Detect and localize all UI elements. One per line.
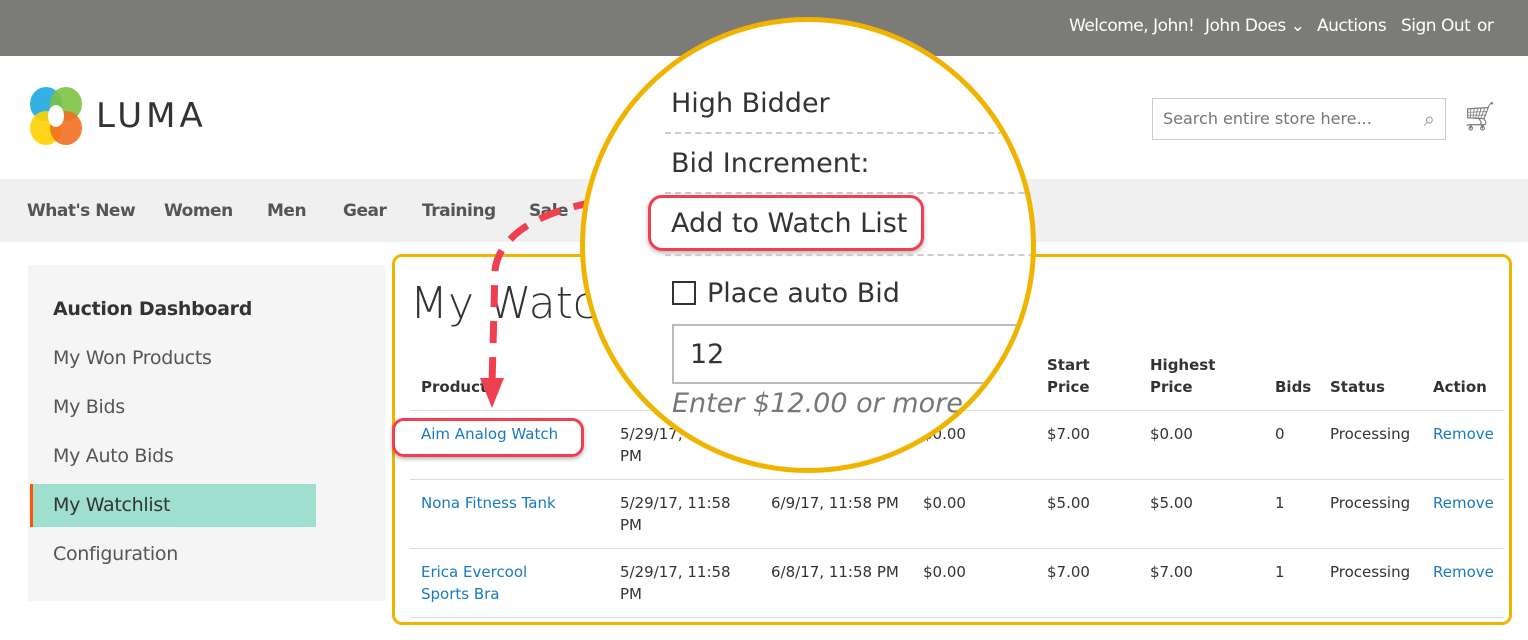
luma-logo-icon [30, 87, 82, 145]
highest-price: $5.00 [1150, 494, 1193, 512]
account-name: John Does [1205, 16, 1286, 36]
sidebar: Auction Dashboard My Won Products My Bid… [28, 265, 385, 601]
start-price: $7.00 [1047, 425, 1090, 443]
col-start-price: Start Price [1047, 356, 1090, 396]
sidebar-title: Auction Dashboard [53, 298, 253, 320]
logo-text: LUMA [96, 96, 207, 136]
auto-bid-input[interactable]: 12 [672, 324, 1017, 384]
end-date: 6/9/17, 11:58 PM [771, 494, 899, 512]
auto-bid-value: 12 [690, 339, 725, 370]
product-link[interactable]: Nona Fitness Tank [421, 492, 571, 514]
nav-women[interactable]: Women [164, 201, 233, 221]
arrow-head-icon [480, 378, 504, 408]
high-bidder-label: High Bidder [671, 88, 830, 119]
current-bid: $0.00 [923, 563, 966, 581]
account-menu[interactable]: John Does ⌄ [1205, 16, 1305, 36]
remove-link[interactable]: Remove [1433, 423, 1503, 445]
bid-hint: Enter $12.00 or more [672, 388, 963, 419]
status-text: Processing [1330, 425, 1411, 443]
search-box[interactable]: ⌕ [1152, 98, 1446, 140]
search-input[interactable] [1163, 99, 1403, 137]
highest-price: $0.00 [1150, 425, 1193, 443]
status-text: Processing [1330, 494, 1411, 512]
status-text: Processing [1330, 563, 1411, 581]
nav-men[interactable]: Men [267, 201, 307, 221]
sidebar-item-auto-bids[interactable]: My Auto Bids [53, 445, 174, 467]
cart-icon[interactable]: 🛒︎ [1462, 100, 1498, 133]
col-status: Status [1330, 378, 1385, 396]
col-action: Action [1433, 378, 1487, 396]
welcome-text: Welcome, John! [1069, 16, 1195, 36]
remove-link[interactable]: Remove [1433, 561, 1503, 583]
start-price: $5.00 [1047, 494, 1090, 512]
product-highlight-box [392, 418, 584, 457]
magnifier-callout: High Bidder Bid Increment: Add to Watch … [580, 17, 1036, 473]
auto-bid-checkbox[interactable] [672, 281, 696, 305]
bid-count: 1 [1275, 563, 1285, 581]
nav-whats-new[interactable]: What's New [27, 201, 136, 221]
bid-count: 0 [1275, 425, 1285, 443]
col-highest-price: Highest Price [1150, 356, 1216, 396]
sign-out-link[interactable]: Sign Out [1401, 16, 1471, 36]
search-icon[interactable]: ⌕ [1424, 107, 1435, 131]
logo[interactable]: LUMA [28, 86, 203, 150]
product-link[interactable]: Erica Evercool Sports Bra [421, 561, 571, 605]
bid-count: 1 [1275, 494, 1285, 512]
end-date: 6/8/17, 11:58 PM [771, 563, 899, 581]
remove-link[interactable]: Remove [1433, 492, 1503, 514]
col-bids: Bids [1275, 378, 1312, 396]
start-date: 5/29/17, 11:58 PM [620, 494, 731, 534]
sidebar-item-label: My Watchlist [53, 494, 171, 516]
sidebar-item-watchlist[interactable]: My Watchlist [30, 484, 316, 527]
auto-bid-label: Place auto Bid [707, 278, 900, 309]
bid-increment-label: Bid Increment: [671, 148, 870, 179]
sidebar-item-my-bids[interactable]: My Bids [53, 396, 125, 418]
add-to-watch-list-link[interactable]: Add to Watch List [671, 208, 907, 239]
chevron-down-icon: ⌄ [1290, 16, 1305, 36]
start-price: $7.00 [1047, 563, 1090, 581]
sidebar-item-configuration[interactable]: Configuration [53, 543, 178, 565]
current-bid: $0.00 [923, 494, 966, 512]
highest-price: $7.00 [1150, 563, 1193, 581]
sidebar-item-won-products[interactable]: My Won Products [53, 347, 212, 369]
start-date: 5/29/17, 11:58 PM [620, 563, 731, 603]
or-text: or [1477, 16, 1494, 36]
auctions-link[interactable]: Auctions [1317, 16, 1387, 36]
